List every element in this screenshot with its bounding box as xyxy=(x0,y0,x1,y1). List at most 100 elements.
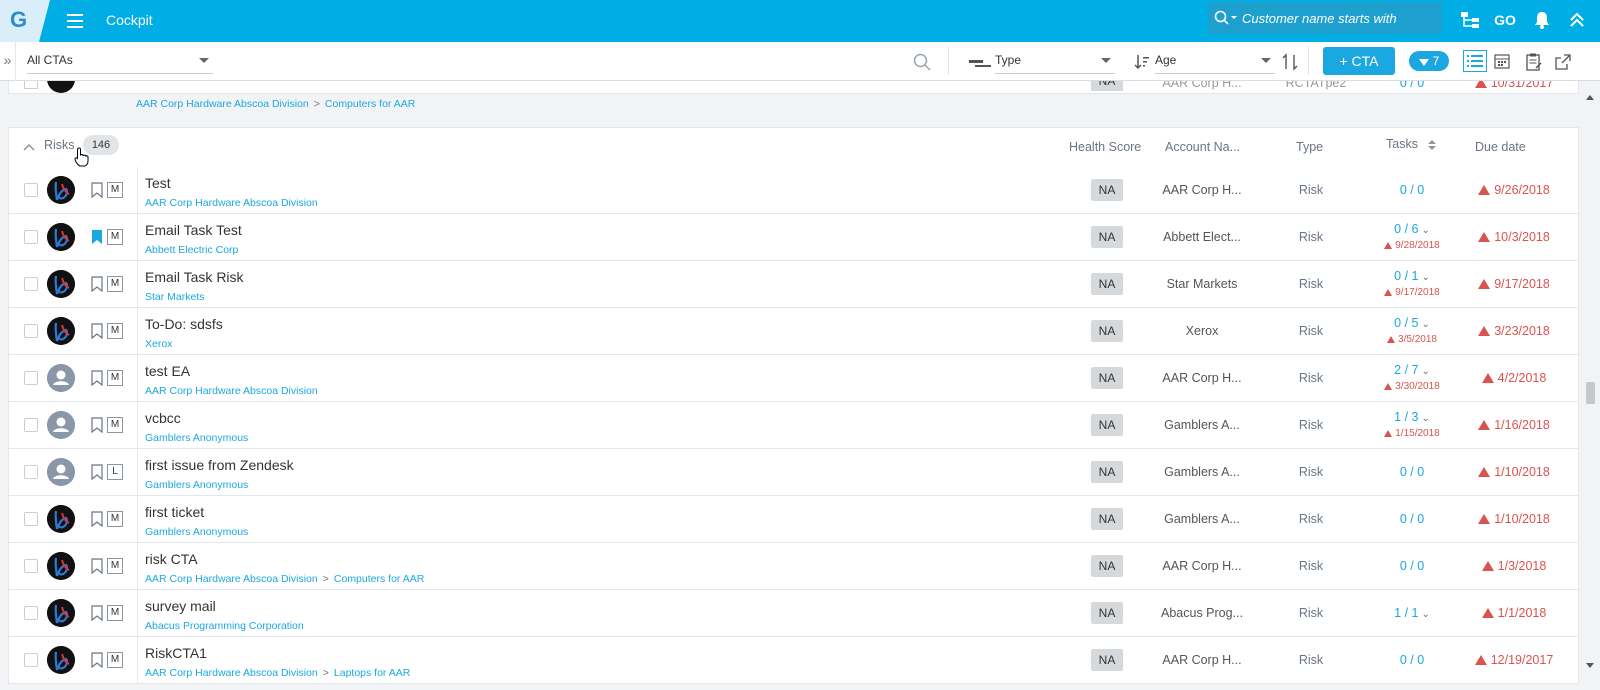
table-row[interactable]: Lfirst issue from Zendesk Gamblers Anonym… xyxy=(8,449,1579,496)
table-row[interactable]: M Email Task Risk Star Markets NA Star Marke… xyxy=(8,261,1579,308)
collapse-up-icon[interactable] xyxy=(1565,8,1589,32)
tasks-cell[interactable]: 0 / 1 ⌄ xyxy=(1369,269,1455,283)
cta-filter-dropdown[interactable]: All CTAs xyxy=(27,48,213,74)
row-checkbox[interactable] xyxy=(24,418,38,432)
bookmark-icon[interactable] xyxy=(91,417,103,438)
account-link[interactable]: AAR Corp Hardware Abscoa Division xyxy=(145,385,318,397)
bookmark-icon[interactable] xyxy=(91,370,103,391)
tasks-cell[interactable]: 2 / 7 ⌄ xyxy=(1369,363,1455,377)
cta-name[interactable]: survey mail xyxy=(145,598,216,614)
account-link[interactable]: Star Markets xyxy=(145,291,205,303)
group-by-dropdown[interactable]: Type xyxy=(995,48,1115,74)
scroll-down-arrow-icon[interactable] xyxy=(1586,663,1594,668)
cta-name[interactable]: risk CTA xyxy=(145,551,198,567)
row-checkbox[interactable] xyxy=(24,324,38,338)
row-checkbox[interactable] xyxy=(24,512,38,526)
row-checkbox[interactable] xyxy=(24,653,38,667)
tasks-cell[interactable]: 0 / 0 xyxy=(1369,81,1455,90)
sub-account-link[interactable]: Computers for AAR xyxy=(325,98,415,110)
tasks-cell[interactable]: 0 / 6 ⌄ xyxy=(1369,222,1455,236)
tasks-cell[interactable]: 0 / 0 xyxy=(1369,512,1455,526)
cta-name[interactable]: Test xyxy=(145,175,171,191)
account-link[interactable]: Xerox xyxy=(145,338,172,350)
account-link[interactable]: AAR Corp Hardware Abscoa Division xyxy=(145,197,318,209)
search-icon[interactable] xyxy=(913,53,931,76)
account-link[interactable]: Gamblers Anonymous xyxy=(145,479,248,491)
chevron-down-icon[interactable]: ⌄ xyxy=(1421,225,1429,236)
chevron-down-icon[interactable]: ⌄ xyxy=(1421,319,1429,330)
column-header-account[interactable]: Account Na... xyxy=(1165,140,1240,154)
list-view-icon[interactable] xyxy=(1463,50,1487,72)
account-link[interactable]: Abbett Electric Corp xyxy=(145,244,238,256)
sub-account-link[interactable]: Laptops for AAR xyxy=(334,667,410,679)
bookmark-icon[interactable] xyxy=(91,276,103,297)
hamburger-menu-icon[interactable] xyxy=(67,10,83,30)
cta-name[interactable]: To-Do: sdsfs xyxy=(145,316,223,332)
bell-icon[interactable] xyxy=(1530,8,1554,32)
table-row[interactable]: Mfirst ticket Gamblers Anonymous NA Gambler… xyxy=(8,496,1579,543)
org-chart-icon[interactable] xyxy=(1458,8,1482,32)
table-row[interactable]: M RiskCTA1 AAR Corp Hardware Abscoa Divisi… xyxy=(8,637,1579,684)
export-icon[interactable] xyxy=(1555,54,1571,75)
chevron-down-icon[interactable]: ⌄ xyxy=(1421,366,1429,377)
sub-account-link[interactable]: Computers for AAR xyxy=(334,573,424,585)
column-header-due-date[interactable]: Due date xyxy=(1475,140,1526,154)
scrollbar-thumb[interactable] xyxy=(1586,382,1595,404)
table-row[interactable]: Msurvey mail Abacus Programming Corporati… xyxy=(8,590,1579,637)
column-header-tasks[interactable]: Tasks xyxy=(1386,137,1418,151)
bookmark-icon[interactable] xyxy=(91,558,103,579)
bookmark-icon[interactable] xyxy=(91,464,103,485)
chevron-down-icon[interactable]: ⌄ xyxy=(1421,413,1429,424)
row-checkbox[interactable] xyxy=(24,559,38,573)
global-search-input[interactable]: Customer name starts with xyxy=(1208,2,1442,34)
tasks-cell[interactable]: 1 / 1 ⌄ xyxy=(1369,606,1455,620)
bookmark-icon[interactable] xyxy=(91,652,103,673)
cta-name[interactable]: first issue from Zendesk xyxy=(145,457,294,473)
sort-by-dropdown[interactable]: Age xyxy=(1155,48,1275,74)
account-link[interactable]: AAR Corp Hardware Abscoa Division xyxy=(136,98,309,110)
scroll-up-arrow-icon[interactable] xyxy=(1586,95,1594,100)
cta-name[interactable]: test EA xyxy=(145,363,190,379)
cta-name[interactable]: RiskCTA1 xyxy=(145,645,207,661)
row-checkbox[interactable] xyxy=(24,230,38,244)
tasks-cell[interactable]: 0 / 5 ⌄ xyxy=(1369,316,1455,330)
tasks-cell[interactable]: 0 / 0 xyxy=(1369,653,1455,667)
account-link[interactable]: Abacus Programming Corporation xyxy=(145,620,304,632)
table-row[interactable]: Mrisk CTA AAR Corp Hardware Abscoa Divisi… xyxy=(8,543,1579,590)
bookmark-icon[interactable] xyxy=(91,511,103,532)
table-row[interactable]: Mvcbcc Gamblers Anonymous NA Gamblers A... R… xyxy=(8,402,1579,449)
vertical-scrollbar[interactable] xyxy=(1582,81,1600,690)
go-button[interactable]: GO xyxy=(1491,8,1519,32)
tasks-cell[interactable]: 0 / 0 xyxy=(1369,559,1455,573)
cta-name[interactable]: Email Task Risk xyxy=(145,269,244,285)
row-checkbox[interactable] xyxy=(24,81,38,89)
cta-name[interactable]: first ticket xyxy=(145,504,204,520)
table-row[interactable]: M Email Task Test Abbett Electric Corp NA Ab… xyxy=(8,214,1579,261)
cta-name[interactable]: Email Task Test xyxy=(145,222,242,238)
table-row[interactable]: Mtest EA AAR Corp Hardware Abscoa Divisio… xyxy=(8,355,1579,402)
row-checkbox[interactable] xyxy=(24,277,38,291)
expand-sidebar-icon[interactable]: » xyxy=(0,42,16,81)
tasks-cell[interactable]: 1 / 3 ⌄ xyxy=(1369,410,1455,424)
chevron-down-icon[interactable]: ⌄ xyxy=(1421,272,1429,283)
account-link[interactable]: AAR Corp Hardware Abscoa Division xyxy=(145,667,318,679)
account-link[interactable]: Gamblers Anonymous xyxy=(145,432,248,444)
chevron-down-icon[interactable]: ⌄ xyxy=(1421,609,1429,620)
calendar-view-icon[interactable] xyxy=(1490,50,1514,72)
cta-name[interactable]: vcbcc xyxy=(145,410,181,426)
table-row[interactable]: M Test AAR Corp Hardware Abscoa Division NA… xyxy=(8,167,1579,214)
filter-count-button[interactable]: 7 xyxy=(1409,51,1449,71)
bookmark-icon[interactable] xyxy=(91,605,103,626)
tasks-cell[interactable]: 0 / 0 xyxy=(1369,183,1455,197)
sort-toggle-icon[interactable] xyxy=(1427,138,1437,157)
row-checkbox[interactable] xyxy=(24,465,38,479)
bookmark-icon[interactable] xyxy=(91,182,103,203)
sort-direction-icon[interactable] xyxy=(1282,53,1298,76)
gainsight-logo[interactable]: G xyxy=(0,0,50,42)
account-link[interactable]: AAR Corp Hardware Abscoa Division xyxy=(145,573,318,585)
column-header-type[interactable]: Type xyxy=(1296,140,1323,154)
row-checkbox[interactable] xyxy=(24,183,38,197)
row-checkbox[interactable] xyxy=(24,606,38,620)
column-header-health[interactable]: Health Score xyxy=(1069,140,1141,154)
table-row[interactable]: M To-Do: sdsfs Xerox NA Xerox Risk 0 / 5 ⌄ 3/5/2… xyxy=(8,308,1579,355)
